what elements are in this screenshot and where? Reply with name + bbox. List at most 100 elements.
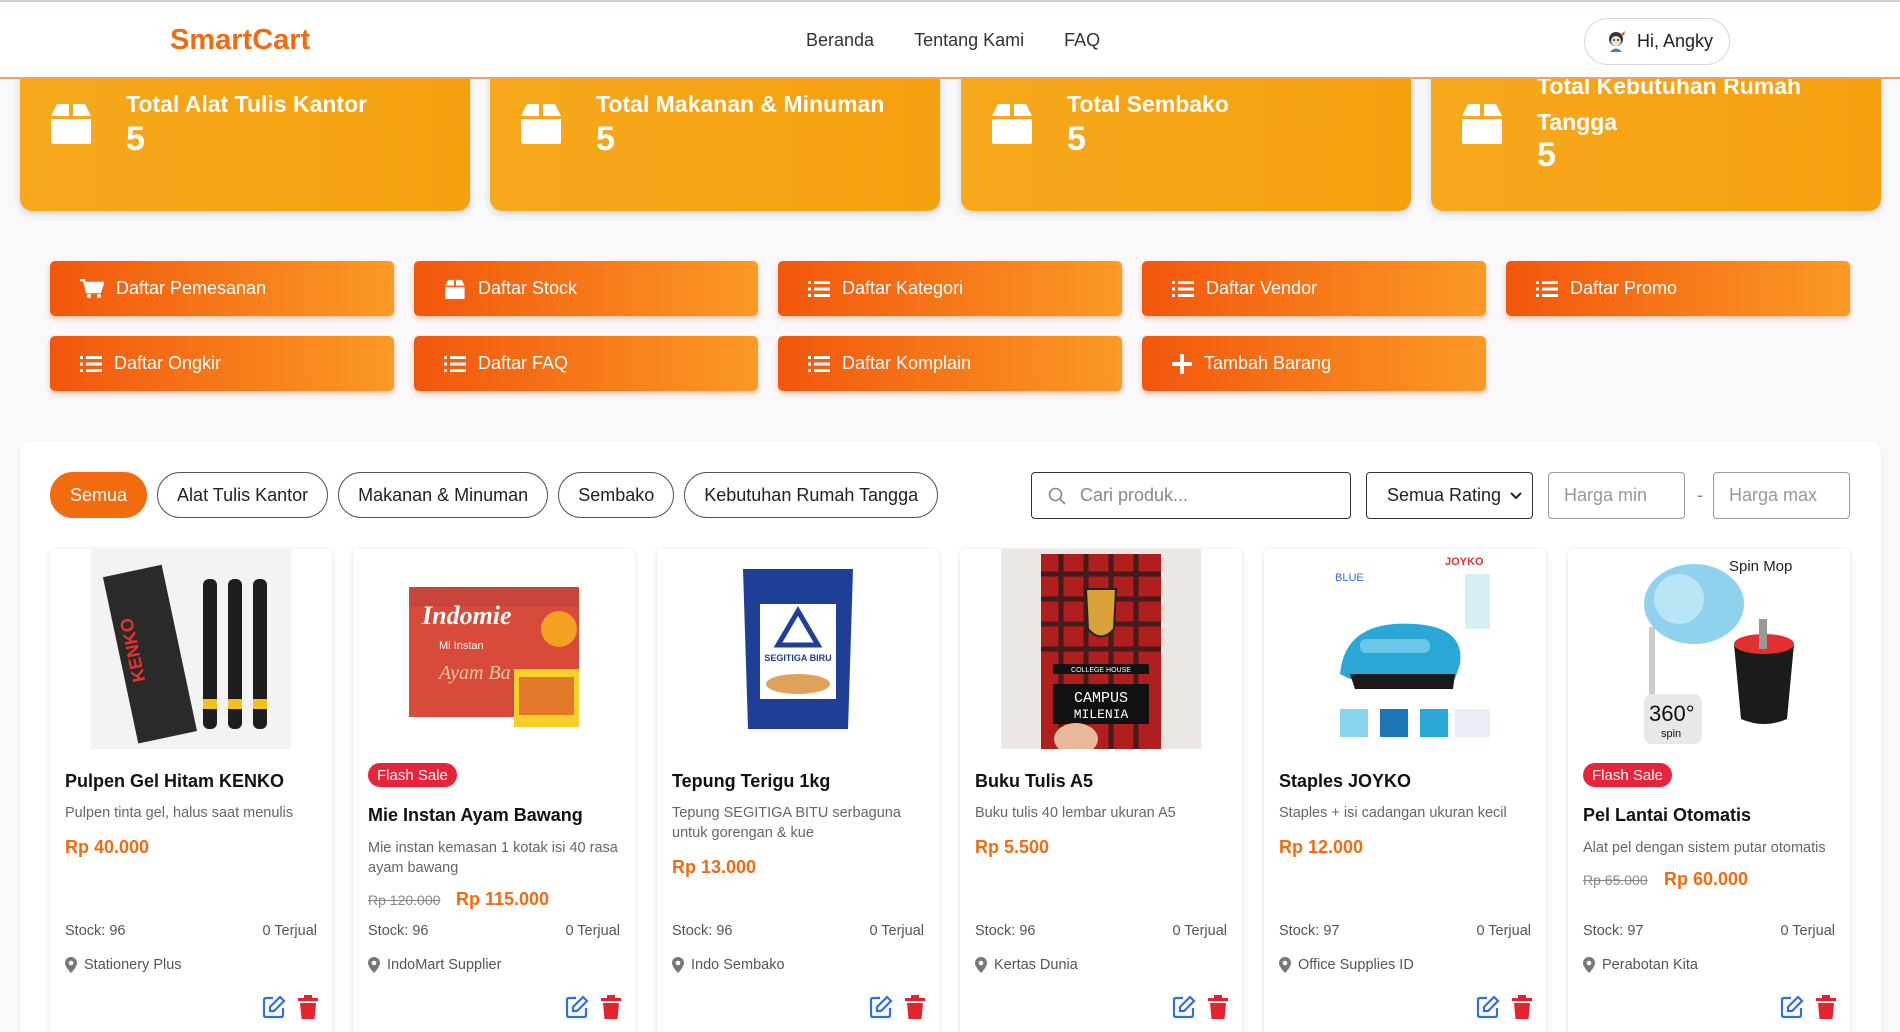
daftar-komplain-button[interactable]: Daftar Komplain [778,336,1122,391]
vendor-name: Indo Sembako [691,957,785,973]
location-pin-icon [975,957,987,973]
box-icon [521,104,561,144]
rating-select[interactable]: Semua Rating [1366,472,1533,519]
daftar-promo-button[interactable]: Daftar Promo [1506,261,1850,316]
daftar-kategori-button[interactable]: Daftar Kategori [778,261,1122,316]
product-card[interactable]: SEGITIGA BIRU Tepung Terigu 1kg Tepung S… [657,549,939,1032]
edit-icon[interactable] [262,995,286,1019]
edit-icon[interactable] [1172,995,1196,1019]
nav-faq[interactable]: FAQ [1064,30,1100,51]
edit-icon[interactable] [565,995,589,1019]
product-old-price: Rp 120.000 [368,892,441,908]
edit-icon[interactable] [869,995,893,1019]
chip-makanan-minuman[interactable]: Makanan & Minuman [338,472,549,518]
user-greeting: Hi, Angky [1637,31,1714,51]
vendor-name: IndoMart Supplier [387,957,502,973]
daftar-pemesanan-button[interactable]: Daftar Pemesanan [50,261,394,316]
chip-alat-tulis-kantor[interactable]: Alat Tulis Kantor [157,472,329,518]
chevron-down-icon [1510,491,1522,499]
product-stock: Stock: 96 [368,923,429,939]
delete-icon[interactable] [1512,995,1532,1019]
delete-icon[interactable] [1208,995,1228,1019]
product-description: Staples + isi cadangan ukuran kecil [1279,805,1507,821]
daftar-vendor-button[interactable]: Daftar Vendor [1142,261,1486,316]
tambah-barang-button[interactable]: Tambah Barang [1142,336,1486,391]
plus-icon [1172,353,1192,374]
svg-text:Indomie: Indomie [421,601,512,630]
product-vendor: Office Supplies ID [1279,957,1414,973]
product-price: Rp 60.000 [1664,869,1749,889]
search-placeholder: Cari produk... [1080,485,1189,505]
product-image-pel: Spin Mop 360° spin [1609,549,1809,749]
product-card[interactable]: Indomie Mi Instan Ayam Ba Flash Sale Mie… [353,549,635,1032]
list-icon [1536,280,1558,297]
summary-card-rumah-tangga: Total Kebutuhan Rumah Tangga 5 [1431,60,1881,211]
product-actions [565,995,621,1019]
product-price: Rp 115.000 [456,889,550,909]
product-actions [262,995,318,1019]
product-stock: Stock: 97 [1279,923,1340,939]
product-image-buku: COLLEGE HOUSE CAMPUS MILENIA [1001,549,1201,749]
brand-logo[interactable]: SmartCart [170,24,310,57]
vendor-name: Kertas Dunia [994,957,1078,973]
summary-card-makanan: Total Makanan & Minuman 5 [490,60,940,211]
product-stock: Stock: 97 [1583,923,1644,939]
product-stock: Stock: 96 [65,923,126,939]
chip-kebutuhan-rumah-tangga[interactable]: Kebutuhan Rumah Tangga [684,472,939,518]
vendor-name: Perabotan Kita [1602,957,1698,973]
product-name: Pel Lantai Otomatis [1583,805,1752,825]
search-input[interactable]: Cari produk... [1031,472,1351,519]
vendor-name: Stationery Plus [84,957,182,973]
product-card[interactable]: COLLEGE HOUSE CAMPUS MILENIA Buku Tulis … [960,549,1242,1032]
delete-icon[interactable] [1816,995,1836,1019]
summary-title: Total Alat Tulis Kantor [126,91,368,117]
list-icon [808,280,830,297]
svg-text:Mi Instan: Mi Instan [439,640,484,652]
price-min-input[interactable]: Harga min [1548,472,1685,519]
user-avatar-icon [1609,30,1625,52]
product-card[interactable]: JOYKO BLUE Staples JOYKO Staples + isi c… [1264,549,1546,1032]
delete-icon[interactable] [601,995,621,1019]
product-card[interactable]: KENKO Pulpen Gel Hitam KENKO Pulpen tint… [50,549,332,1032]
list-icon [808,355,830,372]
price-max-input[interactable]: Harga max [1713,472,1850,519]
location-pin-icon [1279,957,1291,973]
list-icon [444,355,466,372]
svg-text:Spin Mop: Spin Mop [1729,558,1792,575]
button-label: Daftar Komplain [842,353,972,373]
button-label: Daftar Stock [478,278,578,298]
user-menu-button[interactable]: Hi, Angky [1584,18,1730,65]
daftar-stock-button[interactable]: Daftar Stock [414,261,758,316]
svg-text:Ayam Ba: Ayam Ba [437,662,511,684]
box-icon [445,279,465,299]
delete-icon[interactable] [298,995,318,1019]
box-icon [1462,104,1502,144]
nav-beranda[interactable]: Beranda [806,30,874,51]
product-name: Pulpen Gel Hitam KENKO [65,771,285,791]
nav-tentang-kami[interactable]: Tentang Kami [914,30,1024,51]
box-icon [51,104,91,144]
product-stock: Stock: 96 [672,923,733,939]
product-old-price: Rp 65.000 [1583,872,1648,888]
edit-icon[interactable] [1780,995,1804,1019]
delete-icon[interactable] [905,995,925,1019]
svg-text:MILENIA: MILENIA [1074,707,1129,722]
rating-selected: Semua Rating [1387,485,1502,505]
product-stock: Stock: 96 [975,923,1036,939]
product-description: Pulpen tinta gel, halus saat menulis [65,805,294,821]
product-description: Alat pel dengan sistem putar otomatis [1583,840,1826,856]
chip-sembako[interactable]: Sembako [558,472,675,518]
daftar-faq-button[interactable]: Daftar FAQ [414,336,758,391]
summary-count: 5 [1067,120,1086,158]
product-card[interactable]: Spin Mop 360° spin Flash Sale Pel Lantai… [1568,549,1850,1032]
product-description: Mie instan kemasan 1 kotak isi 40 rasa a… [368,840,618,876]
product-price: Rp 12.000 [1279,837,1364,857]
location-pin-icon [672,957,684,973]
list-icon [80,355,102,372]
chip-semua[interactable]: Semua [50,472,148,518]
location-pin-icon [1583,957,1595,973]
daftar-ongkir-button[interactable]: Daftar Ongkir [50,336,394,391]
product-sold: 0 Terjual [565,923,620,939]
product-vendor: Perabotan Kita [1583,957,1698,973]
edit-icon[interactable] [1476,995,1500,1019]
